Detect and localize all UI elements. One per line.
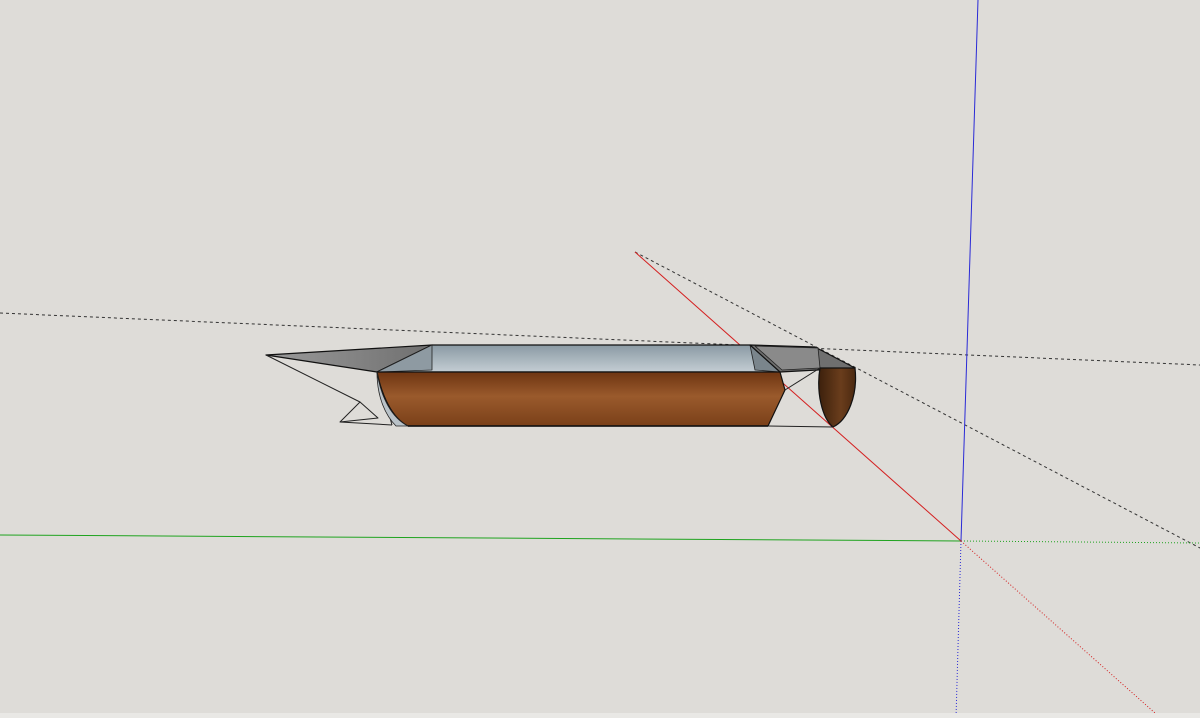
- deck-cavity[interactable]: [376, 344, 781, 373]
- hull-side[interactable]: [376, 371, 786, 427]
- viewport-bottom-edge: [0, 713, 1200, 718]
- green-axis-dotted: [960, 540, 1200, 544]
- boat-model[interactable]: [265, 344, 857, 428]
- blue-axis-dotted: [955, 540, 962, 718]
- scene-canvas[interactable]: [0, 0, 1200, 718]
- red-axis-dotted: [960, 540, 1156, 714]
- stern-transom[interactable]: [818, 367, 857, 428]
- modeling-viewport[interactable]: [0, 0, 1200, 718]
- blue-axis-solid: [960, 0, 979, 542]
- green-axis-solid: [0, 534, 962, 542]
